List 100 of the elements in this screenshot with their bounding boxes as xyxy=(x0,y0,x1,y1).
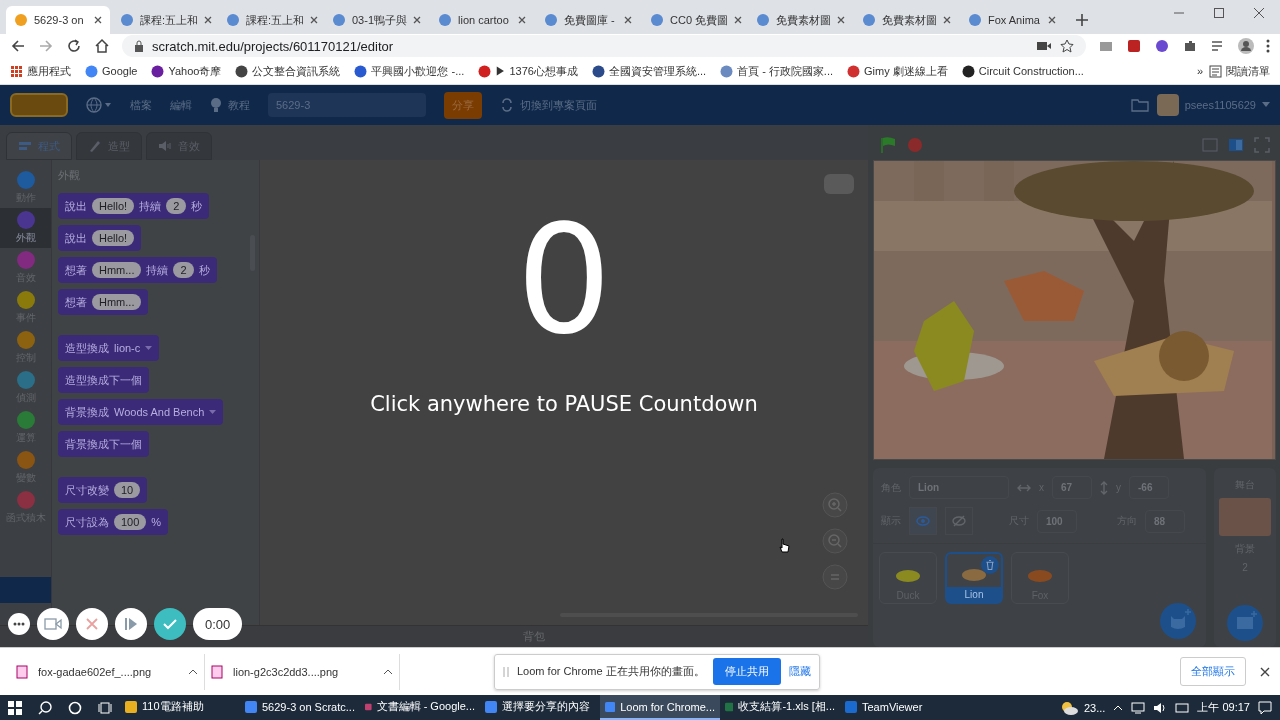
more-bookmarks-button[interactable]: » xyxy=(1196,65,1203,77)
delete-icon[interactable] xyxy=(981,556,999,574)
circle-icon[interactable] xyxy=(68,700,82,715)
close-icon[interactable] xyxy=(1254,8,1264,18)
browser-tab[interactable]: 03-1鴨子與 xyxy=(324,6,428,34)
globe-icon[interactable] xyxy=(86,97,112,113)
bookmark[interactable]: 應用程式 xyxy=(10,63,71,79)
browser-tab[interactable]: 5629-3 on xyxy=(6,6,110,34)
volume-icon[interactable] xyxy=(1153,701,1168,714)
code-block[interactable]: 尺寸改變 10 xyxy=(58,477,148,503)
code-block[interactable]: 說出 Hello! 持續 2 秒 xyxy=(58,193,210,219)
block-input[interactable]: 2 xyxy=(173,262,194,278)
new-tab-icon[interactable] xyxy=(1076,14,1088,26)
taskbar-item[interactable]: 5629-3 on Scratc... xyxy=(240,695,360,720)
close-icon[interactable] xyxy=(624,16,632,24)
puzzle-icon[interactable] xyxy=(1182,38,1198,54)
close-icon[interactable] xyxy=(1048,16,1056,24)
address-bar[interactable]: scratch.mit.edu/projects/601170121/editor xyxy=(122,35,1086,57)
browser-tab[interactable]: 免費素材圖 xyxy=(854,6,958,34)
bookmark[interactable]: 全國資安管理系統... xyxy=(591,63,707,79)
bookmark[interactable]: 平興國小歡迎您 -... xyxy=(354,63,465,79)
close-icon[interactable] xyxy=(1260,666,1270,677)
bookmark[interactable]: 公文整合資訊系統 xyxy=(235,63,341,79)
bookmark[interactable]: Circuit Construction... xyxy=(961,64,1084,78)
category-item[interactable]: 外觀 xyxy=(0,208,51,248)
browser-tab[interactable]: 課程:五上和 xyxy=(218,6,322,34)
keyboard-icon[interactable] xyxy=(1175,701,1190,714)
close-icon[interactable] xyxy=(413,16,422,24)
close-icon[interactable] xyxy=(734,16,743,24)
bookmark[interactable]: Yahoo奇摩 xyxy=(151,63,222,79)
block-input[interactable]: 100 xyxy=(114,514,147,530)
maximize-icon[interactable] xyxy=(1214,8,1224,18)
code-block[interactable]: 想著 Hmm... xyxy=(58,289,149,315)
taskbar-item[interactable]: Loom for Chrome... xyxy=(600,695,720,720)
close-icon[interactable] xyxy=(310,16,319,24)
avatar-icon[interactable] xyxy=(1238,38,1254,54)
code-block[interactable]: 想著 Hmm... 持續 2 秒 xyxy=(58,257,217,283)
countdown-message[interactable]: Click anywhere to PAUSE Countdown xyxy=(370,392,758,416)
block-dropdown[interactable]: lion-c xyxy=(114,342,141,354)
code-block[interactable]: 背景換成 Woods And Bench xyxy=(58,399,224,425)
windows-start-icon[interactable] xyxy=(8,700,22,715)
stop-sharing-button[interactable]: 停止共用 xyxy=(712,658,781,685)
search-icon[interactable] xyxy=(38,700,52,715)
close-icon[interactable] xyxy=(943,16,951,24)
block-input[interactable]: Hello! xyxy=(92,230,135,246)
close-icon[interactable] xyxy=(204,16,213,24)
browser-tab[interactable]: Fox Anima xyxy=(960,6,1064,34)
reload-icon[interactable] xyxy=(66,38,82,54)
reading-list-button[interactable]: 閱讀清單 xyxy=(1209,63,1270,79)
browser-tab[interactable]: 免費素材圖 xyxy=(748,6,852,34)
taskbar-item[interactable]: 110電路補助 xyxy=(120,695,240,720)
code-block[interactable]: 尺寸設為 100 % xyxy=(58,509,169,535)
close-icon[interactable] xyxy=(518,16,526,24)
sprite-thumbnail[interactable]: Lion xyxy=(945,552,1003,604)
star-icon[interactable] xyxy=(1060,39,1074,53)
code-block[interactable]: 造型換成 lion-c xyxy=(58,335,160,361)
more-icon[interactable] xyxy=(1266,39,1270,53)
taskbar-item[interactable]: 文書編輯 - Google... xyxy=(360,695,480,720)
browser-tab[interactable]: CC0 免費圖 xyxy=(642,6,746,34)
block-dropdown[interactable]: Woods And Bench xyxy=(114,406,205,418)
favicon-icon xyxy=(756,13,770,27)
taskbar-item[interactable]: TeamViewer xyxy=(840,695,960,720)
clock[interactable]: 上午 09:17 xyxy=(1197,700,1250,715)
bookmark[interactable]: Gimy 劇迷線上看 xyxy=(847,63,948,79)
code-block[interactable]: 背景換成下一個 xyxy=(58,431,149,457)
caret-icon[interactable] xyxy=(188,668,198,675)
block-input[interactable]: Hmm... xyxy=(92,262,142,278)
taskbar-item[interactable]: 選擇要分享的內容 xyxy=(480,695,600,720)
bookmark[interactable]: Google xyxy=(85,64,138,78)
bookmark[interactable]: 首頁 - 行政院國家... xyxy=(720,63,834,79)
task-view-icon[interactable] xyxy=(98,700,112,715)
close-icon[interactable] xyxy=(94,16,102,24)
block-input[interactable]: Hmm... xyxy=(92,294,142,310)
chevron-up-icon[interactable] xyxy=(1113,704,1124,711)
show-all-button[interactable]: 全部顯示 xyxy=(1180,657,1246,686)
block-input[interactable]: 10 xyxy=(114,482,141,498)
browser-tab[interactable]: 免費圖庫 - xyxy=(536,6,640,34)
download-item[interactable]: lion-g2c3c2dd3....png xyxy=(205,653,400,690)
taskbar-item[interactable]: 收支結算-1.xls [相... xyxy=(720,695,840,720)
caret-icon[interactable] xyxy=(383,668,393,675)
hide-link[interactable]: 隱藏 xyxy=(788,664,811,679)
block-input[interactable]: Hello! xyxy=(92,198,135,214)
back-icon[interactable] xyxy=(10,38,26,54)
block-input[interactable]: 2 xyxy=(166,198,187,214)
bookmark[interactable]: ▶ 1376心想事成 xyxy=(478,63,578,79)
code-block[interactable]: 說出 Hello! xyxy=(58,225,142,251)
code-workspace[interactable] xyxy=(260,160,868,625)
close-icon[interactable] xyxy=(837,16,845,24)
extension-icon[interactable] xyxy=(1154,38,1170,54)
browser-tab[interactable]: 課程:五上和 xyxy=(112,6,216,34)
network-icon[interactable] xyxy=(1131,701,1146,714)
home-icon[interactable] xyxy=(94,38,110,54)
notification-icon[interactable] xyxy=(1258,700,1272,715)
browser-tab[interactable]: lion cartoo xyxy=(430,6,534,34)
folder-icon[interactable] xyxy=(1130,98,1149,112)
code-block[interactable]: 造型換成下一個 xyxy=(58,367,149,393)
extension-icon[interactable] xyxy=(1126,38,1142,54)
weather-widget[interactable]: 23... xyxy=(1060,700,1106,715)
camera-icon[interactable] xyxy=(1036,40,1052,52)
download-item[interactable]: fox-gadae602ef_....png xyxy=(10,653,205,690)
